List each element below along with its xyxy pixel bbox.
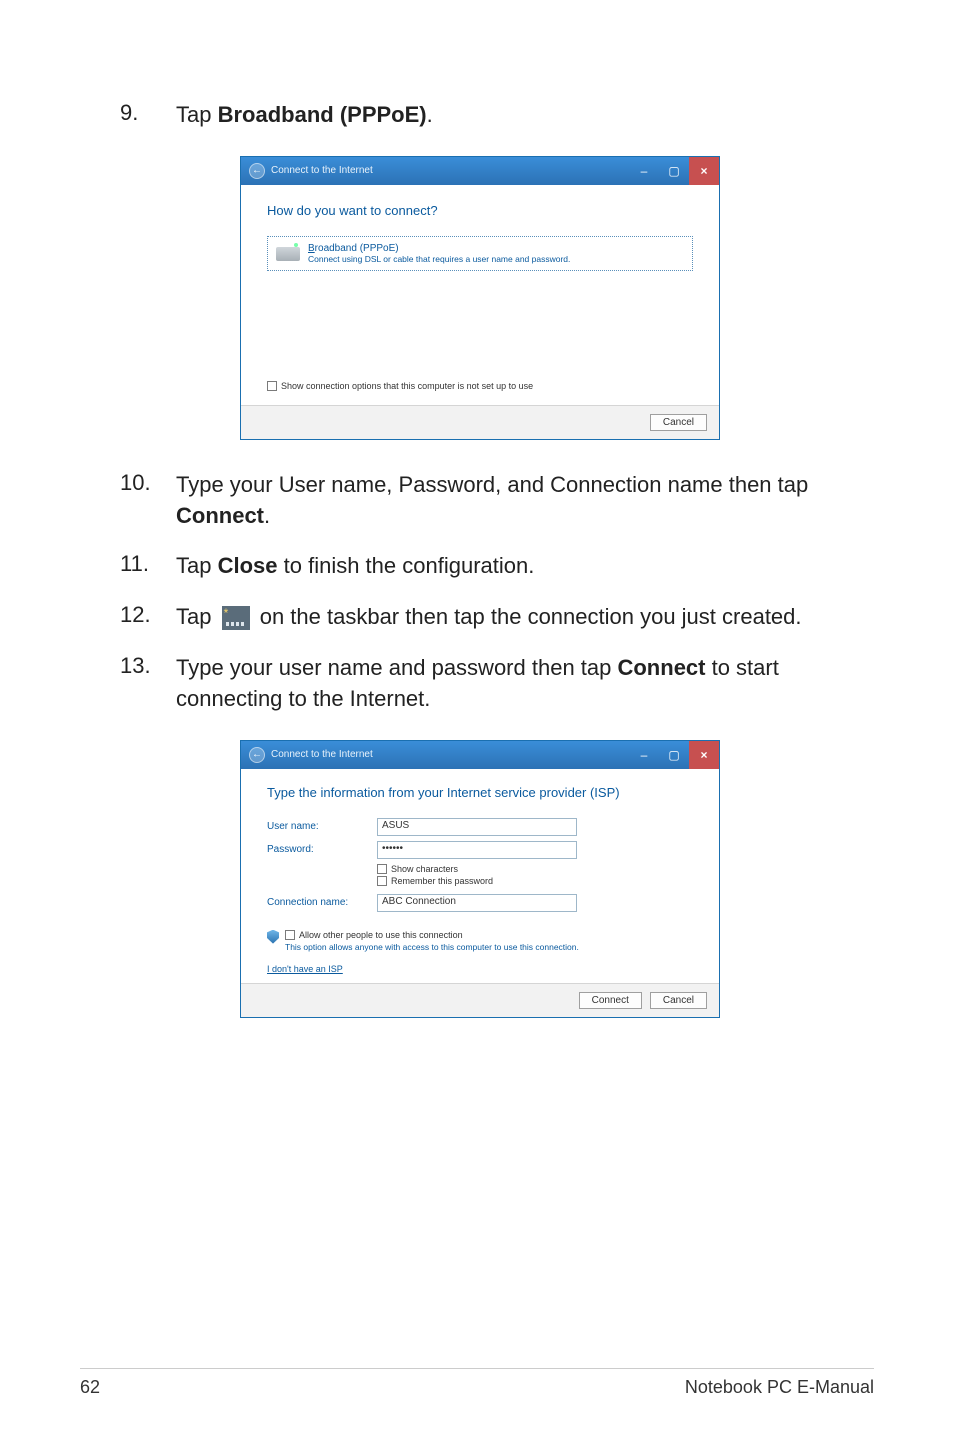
window-title: Connect to the Internet — [271, 749, 373, 760]
cancel-button[interactable]: Cancel — [650, 414, 707, 431]
titlebar[interactable]: ← Connect to the Internet – ▢ × — [241, 741, 719, 769]
broadband-option[interactable]: BBroadband (PPPoE)roadband (PPPoE) Conne… — [267, 236, 693, 271]
remember-password-checkbox[interactable]: Remember this password — [377, 876, 693, 886]
modem-icon — [276, 247, 300, 261]
minimize-button[interactable]: – — [629, 741, 659, 769]
checkbox-icon[interactable] — [267, 381, 277, 391]
step-text: Tap on the taskbar then tap the connecti… — [176, 602, 874, 633]
step-number: 10. — [120, 470, 176, 532]
password-input[interactable]: •••••• — [377, 841, 577, 859]
connect-button[interactable]: Connect — [579, 992, 642, 1009]
checkbox-icon[interactable] — [377, 876, 387, 886]
connection-name-input[interactable]: ABC Connection — [377, 894, 577, 912]
show-options-checkbox[interactable]: Show connection options that this comput… — [267, 381, 693, 391]
password-label: Password: — [267, 844, 377, 855]
manual-title: Notebook PC E-Manual — [685, 1377, 874, 1398]
step-11: 11. Tap Close to finish the configuratio… — [120, 551, 874, 582]
allow-others-checkbox[interactable]: Allow other people to use this connectio… — [285, 930, 579, 940]
step-13: 13. Type your user name and password the… — [120, 653, 874, 715]
option-title: BBroadband (PPPoE)roadband (PPPoE) — [308, 243, 570, 254]
network-taskbar-icon — [222, 606, 250, 630]
step-text: Type your User name, Password, and Conne… — [176, 470, 874, 532]
dialog-window: ← Connect to the Internet – ▢ × How do y… — [240, 156, 720, 440]
step-number: 12. — [120, 602, 176, 633]
close-button[interactable]: × — [689, 157, 719, 185]
back-button[interactable]: ← — [249, 163, 265, 179]
username-label: User name: — [267, 821, 377, 832]
shield-icon — [267, 930, 279, 944]
screenshot-connect-type: ← Connect to the Internet – ▢ × How do y… — [240, 156, 874, 440]
screenshot-isp-form: ← Connect to the Internet – ▢ × Type the… — [240, 740, 874, 1018]
step-10: 10. Type your User name, Password, and C… — [120, 470, 874, 532]
step-9: 9. Tap Broadband (PPPoE). — [120, 100, 874, 131]
username-input[interactable]: ASUS — [377, 818, 577, 836]
page-number: 62 — [80, 1377, 100, 1398]
show-characters-checkbox[interactable]: Show characters — [377, 864, 693, 874]
allow-others-subtitle: This option allows anyone with access to… — [285, 942, 579, 952]
page-footer: 62 Notebook PC E-Manual — [80, 1368, 874, 1398]
step-text: Tap Close to finish the configuration. — [176, 551, 874, 582]
close-button[interactable]: × — [689, 741, 719, 769]
cancel-button[interactable]: Cancel — [650, 992, 707, 1009]
option-subtitle: Connect using DSL or cable that requires… — [308, 254, 570, 264]
step-number: 9. — [120, 100, 176, 131]
titlebar[interactable]: ← Connect to the Internet – ▢ × — [241, 157, 719, 185]
checkbox-icon[interactable] — [377, 864, 387, 874]
no-isp-link[interactable]: I don't have an ISP — [267, 964, 343, 974]
maximize-button[interactable]: ▢ — [659, 741, 689, 769]
step-12: 12. Tap on the taskbar then tap the conn… — [120, 602, 874, 633]
connection-name-label: Connection name: — [267, 897, 377, 908]
minimize-button[interactable]: – — [629, 157, 659, 185]
step-number: 11. — [120, 551, 176, 582]
back-button[interactable]: ← — [249, 747, 265, 763]
checkbox-icon[interactable] — [285, 930, 295, 940]
dialog-window: ← Connect to the Internet – ▢ × Type the… — [240, 740, 720, 1018]
dialog-heading: How do you want to connect? — [267, 203, 693, 218]
dialog-heading: Type the information from your Internet … — [267, 785, 693, 800]
step-text: Type your user name and password then ta… — [176, 653, 874, 715]
step-text: Tap Broadband (PPPoE). — [176, 100, 874, 131]
step-number: 13. — [120, 653, 176, 715]
window-title: Connect to the Internet — [271, 165, 373, 176]
maximize-button[interactable]: ▢ — [659, 157, 689, 185]
